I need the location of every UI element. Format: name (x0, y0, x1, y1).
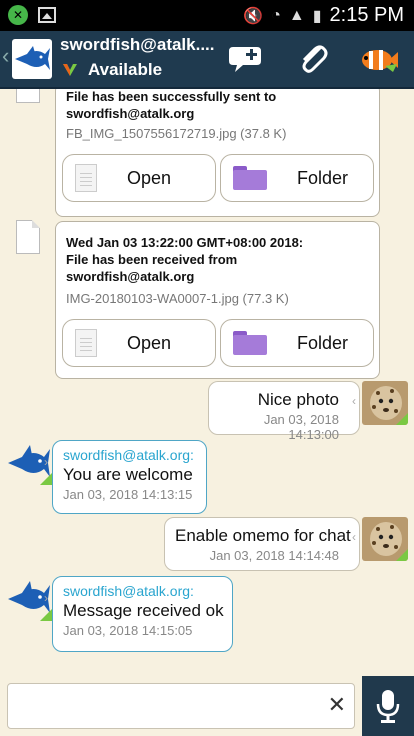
image-notification-icon (38, 7, 56, 23)
message-timestamp: Jan 03, 2018 14:13:00 (263, 412, 339, 442)
presence-status-icon (63, 64, 77, 76)
app-notification-icon: ✕ (8, 5, 28, 25)
online-indicator (396, 549, 408, 561)
presence-status: Available (88, 60, 163, 79)
folder-icon (233, 166, 267, 190)
file-icon (16, 89, 40, 103)
chat-add-icon (229, 47, 261, 72)
file-name-size: IMG-20180103-WA0007-1.jpg (77.3 K) (66, 291, 289, 306)
clock: 2:15 PM (329, 4, 404, 26)
open-file-button[interactable]: Open (62, 154, 216, 202)
swordfish-icon (15, 46, 50, 70)
message-sent[interactable]: Enable omemo for chat Jan 03, 2018 14:14… (164, 517, 360, 571)
message-text: Nice photo (257, 390, 339, 409)
message-sender: swordfish@atalk.org: (63, 583, 194, 599)
omemo-fish-button[interactable] (358, 39, 400, 79)
message-input[interactable] (14, 684, 318, 726)
chat-history[interactable]: File has been successfully sent to sword… (0, 89, 414, 676)
file-status-sender: swordfish@atalk.org (66, 269, 195, 284)
file-transfer-received: Wed Jan 03 13:22:00 GMT+08:00 2018: File… (55, 221, 380, 379)
message-text: Enable omemo for chat (175, 526, 351, 545)
message-text: Message received ok (63, 601, 224, 620)
message-timestamp: Jan 03, 2018 14:15:05 (63, 623, 193, 638)
voice-record-button[interactable] (362, 676, 414, 736)
status-bar: ✕ 🔇 ◔ ▲ ▮ 2:15 PM (0, 0, 414, 31)
online-indicator (40, 473, 52, 485)
contact-avatar[interactable] (12, 39, 52, 79)
message-received[interactable]: › swordfish@atalk.org: Message received … (44, 576, 233, 652)
chevron-left-icon: ‹ (352, 530, 356, 544)
folder-label: Folder (297, 332, 349, 353)
open-folder-button[interactable]: Folder (220, 319, 374, 367)
chat-header: ‹ swordfish@atalk.... Available (0, 31, 414, 89)
message-sent[interactable]: Nice photo Jan 03, 2018 14:13:00 ‹ (208, 381, 360, 442)
file-status-line: File has been received from (66, 252, 238, 267)
document-icon (75, 164, 97, 192)
message-sender: swordfish@atalk.org: (63, 447, 194, 463)
document-icon (75, 329, 97, 357)
attach-button[interactable] (292, 39, 334, 79)
open-label: Open (127, 167, 172, 188)
microphone-icon (376, 690, 400, 723)
file-received-date: Wed Jan 03 13:22:00 GMT+08:00 2018: (66, 235, 304, 250)
file-status-recipient: swordfish@atalk.org (66, 106, 195, 121)
message-input-container[interactable]: ✕ (7, 683, 355, 729)
folder-label: Folder (297, 167, 349, 188)
message-received[interactable]: › swordfish@atalk.org: You are welcome J… (44, 440, 207, 514)
online-indicator (40, 609, 52, 621)
chevron-right-icon: › (44, 455, 48, 469)
battery-icon: ▮ (312, 7, 322, 25)
file-status-line: File has been successfully sent to (66, 89, 277, 104)
file-transfer-sent: File has been successfully sent to sword… (55, 89, 380, 217)
online-indicator (396, 413, 408, 425)
message-text: You are welcome (63, 465, 193, 484)
wifi-icon: ◔ (271, 6, 281, 24)
message-timestamp: Jan 03, 2018 14:14:48 (209, 548, 339, 563)
chevron-left-icon: ‹ (352, 394, 356, 408)
contact-name: swordfish@atalk.... (60, 35, 215, 54)
open-folder-button[interactable]: Folder (220, 154, 374, 202)
clownfish-icon (362, 50, 398, 72)
self-avatar[interactable] (362, 381, 408, 425)
file-icon (16, 220, 40, 254)
chevron-right-icon: › (44, 591, 48, 605)
add-chat-button[interactable] (226, 39, 268, 79)
folder-icon (233, 331, 267, 355)
signal-icon: ▲ (288, 6, 305, 24)
open-label: Open (127, 332, 172, 353)
open-file-button[interactable]: Open (62, 319, 216, 367)
message-input-bar: ✕ (0, 676, 414, 736)
message-timestamp: Jan 03, 2018 14:13:15 (63, 487, 193, 502)
paperclip-icon (302, 45, 328, 73)
file-name-size: FB_IMG_1507556172719.jpg (37.8 K) (66, 126, 287, 141)
mute-icon: 🔇 (243, 7, 264, 25)
self-avatar[interactable] (362, 517, 408, 561)
clear-input-icon[interactable]: ✕ (328, 692, 346, 718)
back-chevron-icon[interactable]: ‹ (2, 43, 9, 69)
